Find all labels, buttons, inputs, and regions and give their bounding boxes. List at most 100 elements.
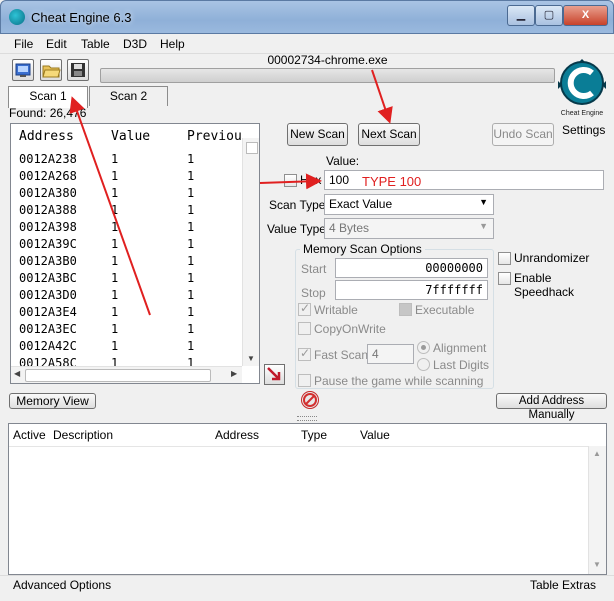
add-selected-to-list-button[interactable] — [264, 364, 285, 385]
table-row[interactable]: 0012A42C 1 1 — [11, 338, 243, 355]
cell-previous: 1 — [187, 169, 195, 183]
cell-previous: 1 — [187, 322, 195, 336]
executable-checkbox[interactable] — [399, 303, 412, 316]
scroll-down-arrow-icon[interactable]: ▼ — [247, 354, 255, 363]
table-extras-link[interactable]: Table Extras — [530, 578, 596, 592]
table-row[interactable]: 0012A3B0 1 1 — [11, 253, 243, 270]
cell-previous: 1 — [187, 271, 195, 285]
menu-d3d[interactable]: D3D — [123, 37, 147, 51]
next-scan-button[interactable]: Next Scan — [358, 123, 420, 146]
last-digits-radio[interactable] — [417, 358, 430, 371]
column-previous[interactable]: Previou — [187, 126, 242, 148]
address-table-scrollbar[interactable]: ▲ ▼ — [588, 446, 606, 574]
copy-on-write-checkbox[interactable] — [298, 322, 311, 335]
table-row[interactable]: 0012A380 1 1 — [11, 185, 243, 202]
scroll-up-arrow-icon[interactable]: ▲ — [593, 449, 601, 458]
cell-previous: 1 — [187, 152, 195, 166]
cell-value: 1 — [111, 169, 119, 183]
horizontal-scroll-thumb[interactable] — [25, 369, 211, 382]
stop-address-input[interactable]: 7fffffff — [335, 280, 488, 300]
chevron-down-icon: ▼ — [479, 221, 488, 231]
tab-scan-2[interactable]: Scan 2 — [89, 86, 168, 106]
cell-address: 0012A238 — [19, 152, 77, 166]
memory-scan-options-title: Memory Scan Options — [300, 242, 425, 256]
table-row[interactable]: 0012A3EC 1 1 — [11, 321, 243, 338]
writable-label: Writable — [314, 303, 358, 317]
cell-value: 1 — [111, 305, 119, 319]
start-label: Start — [301, 262, 327, 276]
settings-link[interactable]: Settings — [562, 123, 605, 137]
cell-previous: 1 — [187, 220, 195, 234]
scan-progress-bar — [100, 68, 555, 83]
open-process-icon[interactable] — [12, 59, 34, 81]
tab-scan-1[interactable]: Scan 1 — [8, 86, 88, 108]
start-address-input[interactable]: 00000000 — [335, 258, 488, 278]
advanced-options-link[interactable]: Advanced Options — [13, 578, 111, 592]
speedhack-label: Enable Speedhack — [514, 271, 575, 299]
value-input-text: 100 — [329, 173, 350, 187]
column-address-table-value[interactable]: Value — [360, 428, 390, 442]
stop-scan-icon[interactable] — [301, 391, 319, 409]
pause-game-checkbox[interactable] — [298, 374, 311, 387]
column-address-table-address[interactable]: Address — [215, 428, 259, 442]
table-row[interactable]: 0012A39C 1 1 — [11, 236, 243, 253]
cell-previous: 1 — [187, 305, 195, 319]
close-button[interactable]: X — [563, 5, 608, 26]
hex-checkbox[interactable] — [284, 174, 297, 187]
column-type[interactable]: Type — [301, 428, 327, 442]
scroll-right-arrow-icon[interactable]: ▶ — [231, 369, 237, 378]
results-horizontal-scrollbar[interactable]: ◀ ▶ — [11, 366, 242, 383]
menu-help[interactable]: Help — [160, 37, 185, 51]
column-value[interactable]: Value — [111, 126, 151, 148]
address-table[interactable]: Active Description Address Type Value ▲ … — [8, 423, 607, 575]
status-bar: Advanced Options Table Extras — [0, 575, 614, 601]
open-file-icon[interactable] — [40, 59, 62, 81]
cell-previous: 1 — [187, 237, 195, 251]
unrandomizer-checkbox[interactable] — [498, 252, 511, 265]
alignment-radio[interactable] — [417, 341, 430, 354]
column-active[interactable]: Active — [13, 428, 46, 442]
scan-type-value: Exact Value — [329, 197, 393, 211]
value-type-select[interactable]: 4 Bytes ▼ — [324, 218, 494, 239]
results-vertical-scrollbar[interactable]: ▼ — [242, 138, 259, 366]
pause-game-label: Pause the game while scanning — [314, 374, 484, 388]
fast-scan-checkbox[interactable] — [298, 346, 311, 361]
copy-on-write-label: CopyOnWrite — [314, 322, 386, 336]
table-row[interactable]: 0012A3BC 1 1 — [11, 270, 243, 287]
add-address-manually-button[interactable]: Add Address Manually — [496, 393, 607, 421]
cell-value: 1 — [111, 288, 119, 302]
table-row[interactable]: 0012A398 1 1 — [11, 219, 243, 236]
table-row[interactable]: 0012A238 1 1 — [11, 151, 243, 168]
undo-scan-button[interactable]: Undo Scan — [492, 123, 554, 146]
menu-edit[interactable]: Edit — [46, 37, 67, 51]
scan-results-list[interactable]: Address Value Previou 0012A238 1 1 0012A268… — [10, 123, 260, 384]
splitter-handle[interactable] — [0, 416, 614, 421]
column-address[interactable]: Address — [19, 126, 74, 148]
column-description[interactable]: Description — [53, 428, 113, 442]
save-icon[interactable] — [67, 59, 89, 81]
table-row[interactable]: 0012A388 1 1 — [11, 202, 243, 219]
table-row[interactable]: 0012A3D0 1 1 — [11, 287, 243, 304]
fast-scan-label: Fast Scan — [314, 348, 369, 362]
memory-view-button[interactable]: Memory View — [9, 393, 96, 409]
writable-checkbox[interactable] — [298, 301, 311, 316]
menu-file[interactable]: File — [14, 37, 33, 51]
scroll-thumb[interactable] — [246, 142, 258, 154]
scroll-left-arrow-icon[interactable]: ◀ — [14, 369, 20, 378]
table-row[interactable]: 0012A3E4 1 1 — [11, 304, 243, 321]
table-row[interactable]: 0012A268 1 1 — [11, 168, 243, 185]
new-scan-button[interactable]: New Scan — [287, 123, 348, 146]
fast-scan-alignment-input[interactable]: 4 — [367, 344, 414, 364]
scroll-down-arrow-icon[interactable]: ▼ — [593, 560, 601, 569]
cell-address: 0012A3BC — [19, 271, 77, 285]
maximize-button[interactable]: ▢ — [535, 5, 563, 26]
minimize-button[interactable]: ▁ — [507, 5, 535, 26]
scan-type-select[interactable]: Exact Value ▼ — [324, 194, 494, 215]
speedhack-checkbox[interactable] — [498, 272, 511, 285]
executable-label: Executable — [415, 303, 475, 317]
menu-table[interactable]: Table — [81, 37, 110, 51]
cell-address: 0012A3B0 — [19, 254, 77, 268]
cheat-engine-logo[interactable]: Cheat Engine — [556, 55, 608, 121]
cell-value: 1 — [111, 220, 119, 234]
svg-text:Cheat Engine: Cheat Engine — [561, 110, 604, 117]
